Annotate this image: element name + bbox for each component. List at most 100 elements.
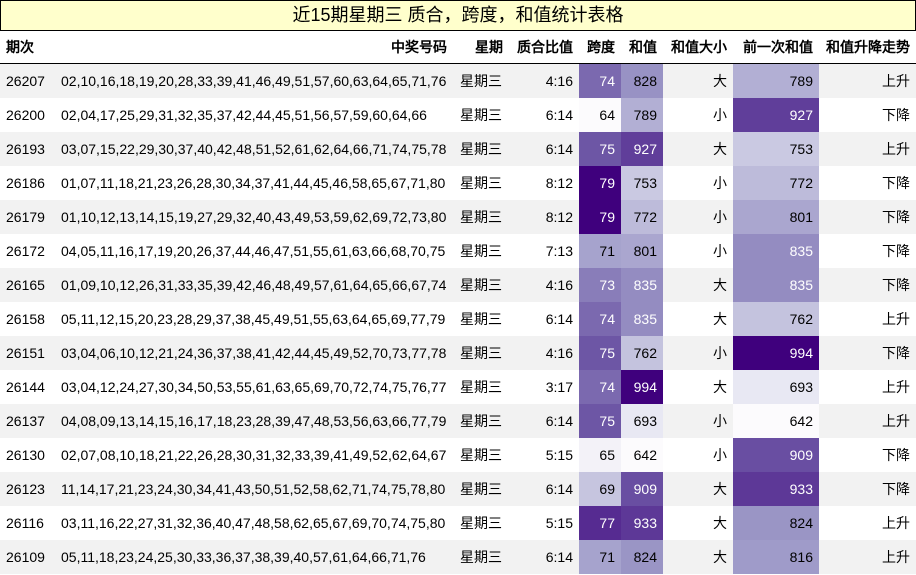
cell-sum: 762	[621, 336, 663, 370]
cell-trend: 上升	[819, 506, 916, 540]
cell-period: 26130	[0, 438, 55, 472]
cell-prev-sum: 835	[733, 234, 819, 268]
cell-sum: 994	[621, 370, 663, 404]
table-row: 26144 03,04,12,24,27,30,34,50,53,55,61,63…	[0, 370, 916, 404]
cell-sum: 835	[621, 302, 663, 336]
table-row: 26109 05,11,18,23,24,25,30,33,36,37,38,39…	[0, 540, 916, 574]
cell-ratio: 6:14	[509, 540, 579, 574]
cell-numbers: 01,07,11,18,21,23,26,28,30,34,37,41,44,4…	[55, 166, 453, 200]
cell-trend: 上升	[819, 302, 916, 336]
cell-sum: 801	[621, 234, 663, 268]
cell-trend: 上升	[819, 540, 916, 574]
cell-span: 64	[579, 98, 621, 132]
cell-prev-sum: 801	[733, 200, 819, 234]
cell-span: 77	[579, 506, 621, 540]
table-row: 26200 02,04,17,25,29,31,32,35,37,42,44,45…	[0, 98, 916, 132]
cell-size: 大	[663, 302, 733, 336]
cell-prev-sum: 642	[733, 404, 819, 438]
cell-span: 73	[579, 268, 621, 302]
cell-numbers: 01,09,10,12,26,31,33,35,39,42,46,48,49,5…	[55, 268, 453, 302]
cell-period: 26144	[0, 370, 55, 404]
cell-trend: 上升	[819, 404, 916, 438]
cell-span: 75	[579, 336, 621, 370]
cell-trend: 下降	[819, 472, 916, 506]
cell-trend: 下降	[819, 234, 916, 268]
cell-weekday: 星期三	[453, 404, 509, 438]
stats-table: 期次 中奖号码 星期 质合比值 跨度 和值 和值大小 前一次和值 和值升降走势 …	[0, 31, 916, 574]
cell-numbers: 03,04,06,10,12,21,24,36,37,38,41,42,44,4…	[55, 336, 453, 370]
cell-trend: 上升	[819, 63, 916, 98]
table-row: 26193 03,07,15,22,29,30,37,40,42,48,51,52…	[0, 132, 916, 166]
cell-prev-sum: 753	[733, 132, 819, 166]
table-title: 近15期星期三 质合，跨度，和值统计表格	[0, 0, 916, 31]
cell-weekday: 星期三	[453, 166, 509, 200]
cell-ratio: 6:14	[509, 472, 579, 506]
cell-period: 26207	[0, 63, 55, 98]
cell-size: 小	[663, 166, 733, 200]
cell-period: 26179	[0, 200, 55, 234]
cell-weekday: 星期三	[453, 302, 509, 336]
cell-period: 26172	[0, 234, 55, 268]
header-prev-sum: 前一次和值	[733, 31, 819, 64]
cell-trend: 下降	[819, 166, 916, 200]
cell-sum: 828	[621, 63, 663, 98]
table-row: 26116 03,11,16,22,27,31,32,36,40,47,48,58…	[0, 506, 916, 540]
cell-span: 74	[579, 302, 621, 336]
cell-ratio: 3:17	[509, 370, 579, 404]
cell-ratio: 4:16	[509, 63, 579, 98]
cell-period: 26109	[0, 540, 55, 574]
cell-ratio: 6:14	[509, 98, 579, 132]
header-row: 期次 中奖号码 星期 质合比值 跨度 和值 和值大小 前一次和值 和值升降走势	[0, 31, 916, 64]
cell-period: 26123	[0, 472, 55, 506]
cell-numbers: 01,10,12,13,14,15,19,27,29,32,40,43,49,5…	[55, 200, 453, 234]
cell-span: 79	[579, 200, 621, 234]
cell-sum: 909	[621, 472, 663, 506]
header-span: 跨度	[579, 31, 621, 64]
cell-trend: 上升	[819, 132, 916, 166]
cell-numbers: 05,11,18,23,24,25,30,33,36,37,38,39,40,5…	[55, 540, 453, 574]
header-ratio: 质合比值	[509, 31, 579, 64]
cell-size: 小	[663, 234, 733, 268]
cell-prev-sum: 762	[733, 302, 819, 336]
cell-numbers: 04,08,09,13,14,15,16,17,18,23,28,39,47,4…	[55, 404, 453, 438]
cell-size: 大	[663, 472, 733, 506]
cell-weekday: 星期三	[453, 438, 509, 472]
cell-sum: 933	[621, 506, 663, 540]
cell-span: 71	[579, 540, 621, 574]
cell-weekday: 星期三	[453, 200, 509, 234]
cell-weekday: 星期三	[453, 370, 509, 404]
cell-weekday: 星期三	[453, 63, 509, 98]
cell-period: 26137	[0, 404, 55, 438]
cell-span: 79	[579, 166, 621, 200]
cell-period: 26151	[0, 336, 55, 370]
cell-sum: 835	[621, 268, 663, 302]
cell-sum: 642	[621, 438, 663, 472]
table-row: 26172 04,05,11,16,17,19,20,26,37,44,46,47…	[0, 234, 916, 268]
cell-size: 大	[663, 63, 733, 98]
cell-numbers: 03,04,12,24,27,30,34,50,53,55,61,63,65,6…	[55, 370, 453, 404]
cell-size: 大	[663, 540, 733, 574]
cell-ratio: 7:13	[509, 234, 579, 268]
table-row: 26179 01,10,12,13,14,15,19,27,29,32,40,43…	[0, 200, 916, 234]
cell-size: 小	[663, 98, 733, 132]
cell-span: 75	[579, 132, 621, 166]
cell-weekday: 星期三	[453, 98, 509, 132]
table-row: 26151 03,04,06,10,12,21,24,36,37,38,41,42…	[0, 336, 916, 370]
header-size: 和值大小	[663, 31, 733, 64]
table-body: 26207 02,10,16,18,19,20,28,33,39,41,46,49…	[0, 63, 916, 574]
header-weekday: 星期	[453, 31, 509, 64]
cell-ratio: 6:14	[509, 404, 579, 438]
cell-size: 大	[663, 370, 733, 404]
cell-prev-sum: 994	[733, 336, 819, 370]
cell-weekday: 星期三	[453, 540, 509, 574]
cell-numbers: 03,11,16,22,27,31,32,36,40,47,48,58,62,6…	[55, 506, 453, 540]
cell-span: 71	[579, 234, 621, 268]
cell-numbers: 02,10,16,18,19,20,28,33,39,41,46,49,51,5…	[55, 63, 453, 98]
cell-size: 大	[663, 132, 733, 166]
cell-prev-sum: 824	[733, 506, 819, 540]
header-sum: 和值	[621, 31, 663, 64]
cell-ratio: 4:16	[509, 268, 579, 302]
cell-numbers: 02,04,17,25,29,31,32,35,37,42,44,45,51,5…	[55, 98, 453, 132]
cell-weekday: 星期三	[453, 506, 509, 540]
table-row: 26158 05,11,12,15,20,23,28,29,37,38,45,49…	[0, 302, 916, 336]
